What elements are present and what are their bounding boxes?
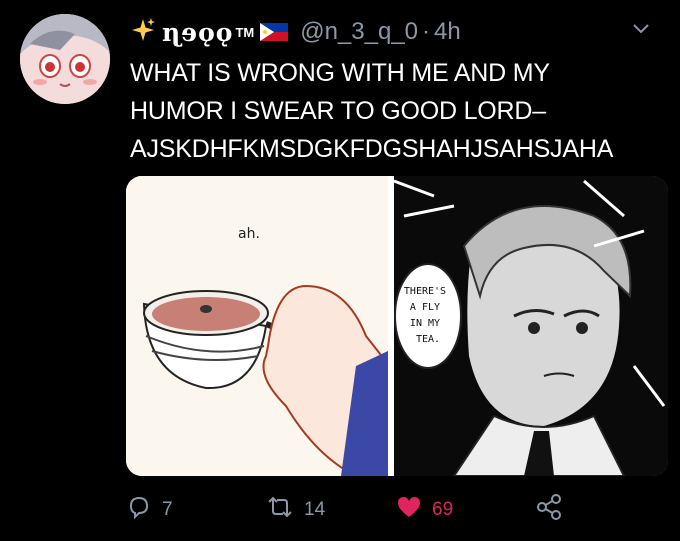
retweet-icon — [266, 494, 304, 526]
speech-line: A FLY — [410, 302, 440, 313]
like-count: 69 — [432, 499, 454, 520]
display-name[interactable]: ɳɘǫǫ — [162, 18, 233, 47]
like-button[interactable]: 69 — [396, 495, 536, 525]
share-icon — [536, 494, 572, 526]
tweet-actions: 7 14 69 — [126, 494, 646, 526]
tweet-header: ɳɘǫǫ TM @n_3_q_0 · 4h — [130, 14, 660, 50]
caption-ah: ah. — [238, 226, 260, 242]
sparkles-icon — [130, 17, 156, 48]
philippines-flag-icon — [260, 23, 289, 41]
user-handle[interactable]: @n_3_q_0 — [300, 18, 418, 46]
reply-button[interactable]: 7 — [126, 494, 266, 526]
reply-icon — [126, 494, 162, 526]
reply-count: 7 — [162, 499, 173, 520]
heart-icon — [396, 495, 432, 525]
speech-line: IN MY — [410, 318, 440, 329]
comic-panel-face[interactable]: THERE'S A FLY IN MY TEA. — [393, 176, 668, 476]
tweet-text-line: HUMOR I SWEAR TO GOOD LORD– — [130, 97, 546, 125]
speech-line: THERE'S — [404, 286, 446, 297]
timestamp[interactable]: 4h — [434, 18, 461, 46]
retweet-count: 14 — [304, 499, 326, 520]
tweet-text-line: WHAT IS WRONG WITH ME AND MY — [130, 59, 550, 87]
separator-dot: · — [422, 18, 431, 45]
share-button[interactable] — [536, 494, 572, 526]
retweet-button[interactable]: 14 — [266, 494, 396, 526]
avatar[interactable] — [20, 14, 110, 104]
trademark-label: TM — [235, 24, 255, 40]
comic-panel-teacup[interactable]: ah. — [126, 176, 389, 476]
tweet-text: WHAT IS WRONG WITH ME AND MY HUMOR I SWE… — [130, 54, 670, 168]
chevron-down-icon[interactable] — [632, 22, 650, 40]
speech-line: TEA. — [416, 334, 440, 345]
tweet-media[interactable]: ah. THERE'S A FLY IN MY TEA. — [126, 176, 668, 476]
tweet-text-line: AJSKDHFKMSDGKFDGSHAHJSAHSJAHA — [130, 135, 614, 163]
